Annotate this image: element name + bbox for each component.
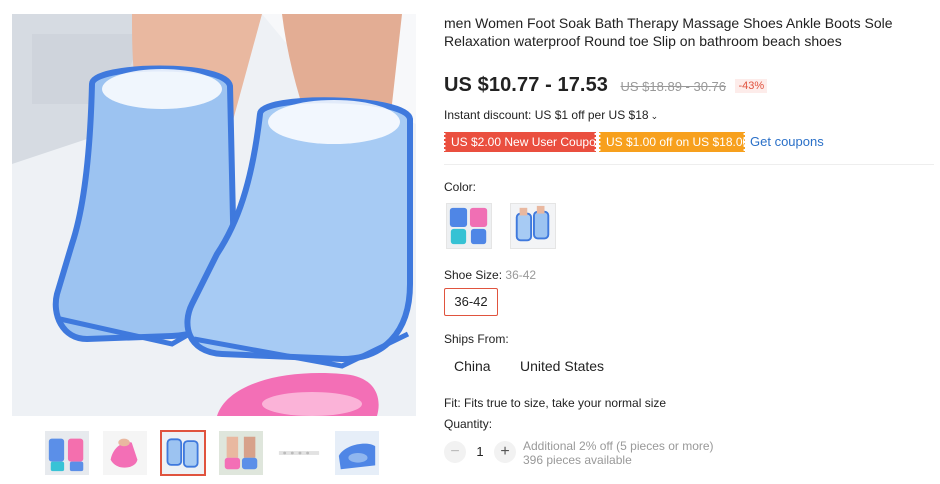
thumbnail-3[interactable] (160, 430, 206, 476)
color-label: Color: (444, 180, 477, 194)
color-option-1[interactable] (446, 203, 492, 249)
fit-info: Fit: Fits true to size, take your normal… (444, 396, 667, 410)
thumbnail-1[interactable] (44, 430, 90, 476)
color-option-2[interactable] (510, 203, 556, 249)
price-row: US $10.77 - 17.53 US $18.89 - 30.76 -43% (444, 74, 768, 97)
store-coupon[interactable]: US $1.00 off on US $18.00 (598, 132, 749, 152)
size-option-36-42[interactable]: 36-42 (444, 288, 498, 316)
quantity-label: Quantity: (444, 417, 493, 431)
thumbnail-6[interactable] (334, 430, 380, 476)
quantity-decrease-button[interactable]: − (444, 441, 466, 463)
thumbnail-2[interactable] (102, 430, 148, 476)
instant-discount-dropdown[interactable]: Instant discount: US $1 off per US $18 ⌄ (444, 108, 658, 122)
quantity-note: Additional 2% off (5 pieces or more) 396… (523, 439, 714, 467)
coupon-row: US $2.00 New User Coupon US $1.00 off on … (443, 132, 824, 152)
shoe-size-label: Shoe Size: (444, 268, 503, 282)
stock-available-text: 396 pieces available (523, 453, 632, 467)
shoe-size-selected: 36-42 (505, 268, 537, 282)
original-price: US $18.89 - 30.76 (620, 79, 727, 94)
thumbnail-5[interactable] (276, 430, 322, 476)
ships-from-united-states[interactable]: United States (520, 358, 604, 374)
new-user-coupon[interactable]: US $2.00 New User Coupon (443, 132, 602, 152)
discount-badge: -43% (735, 79, 768, 93)
product-title: men Women Foot Soak Bath Therapy Massage… (444, 15, 893, 49)
quantity-increase-button[interactable]: + (494, 441, 516, 463)
ships-from-china[interactable]: China (454, 358, 491, 374)
quantity-value[interactable]: 1 (472, 441, 488, 463)
instant-discount-label: Instant discount: US $1 off per US $18 (444, 108, 649, 122)
get-coupons-link[interactable]: Get coupons (750, 132, 824, 152)
main-product-image[interactable] (12, 14, 416, 416)
shoe-size-label-row: Shoe Size: 36-42 (444, 268, 536, 282)
current-price: US $10.77 - 17.53 (444, 74, 609, 96)
chevron-down-icon: ⌄ (650, 111, 659, 121)
divider (444, 164, 934, 165)
thumbnail-4[interactable] (218, 430, 264, 476)
ships-from-label: Ships From: (444, 332, 509, 346)
bulk-discount-text: Additional 2% off (5 pieces or more) (523, 439, 714, 453)
product-photo-illustration (12, 14, 416, 416)
